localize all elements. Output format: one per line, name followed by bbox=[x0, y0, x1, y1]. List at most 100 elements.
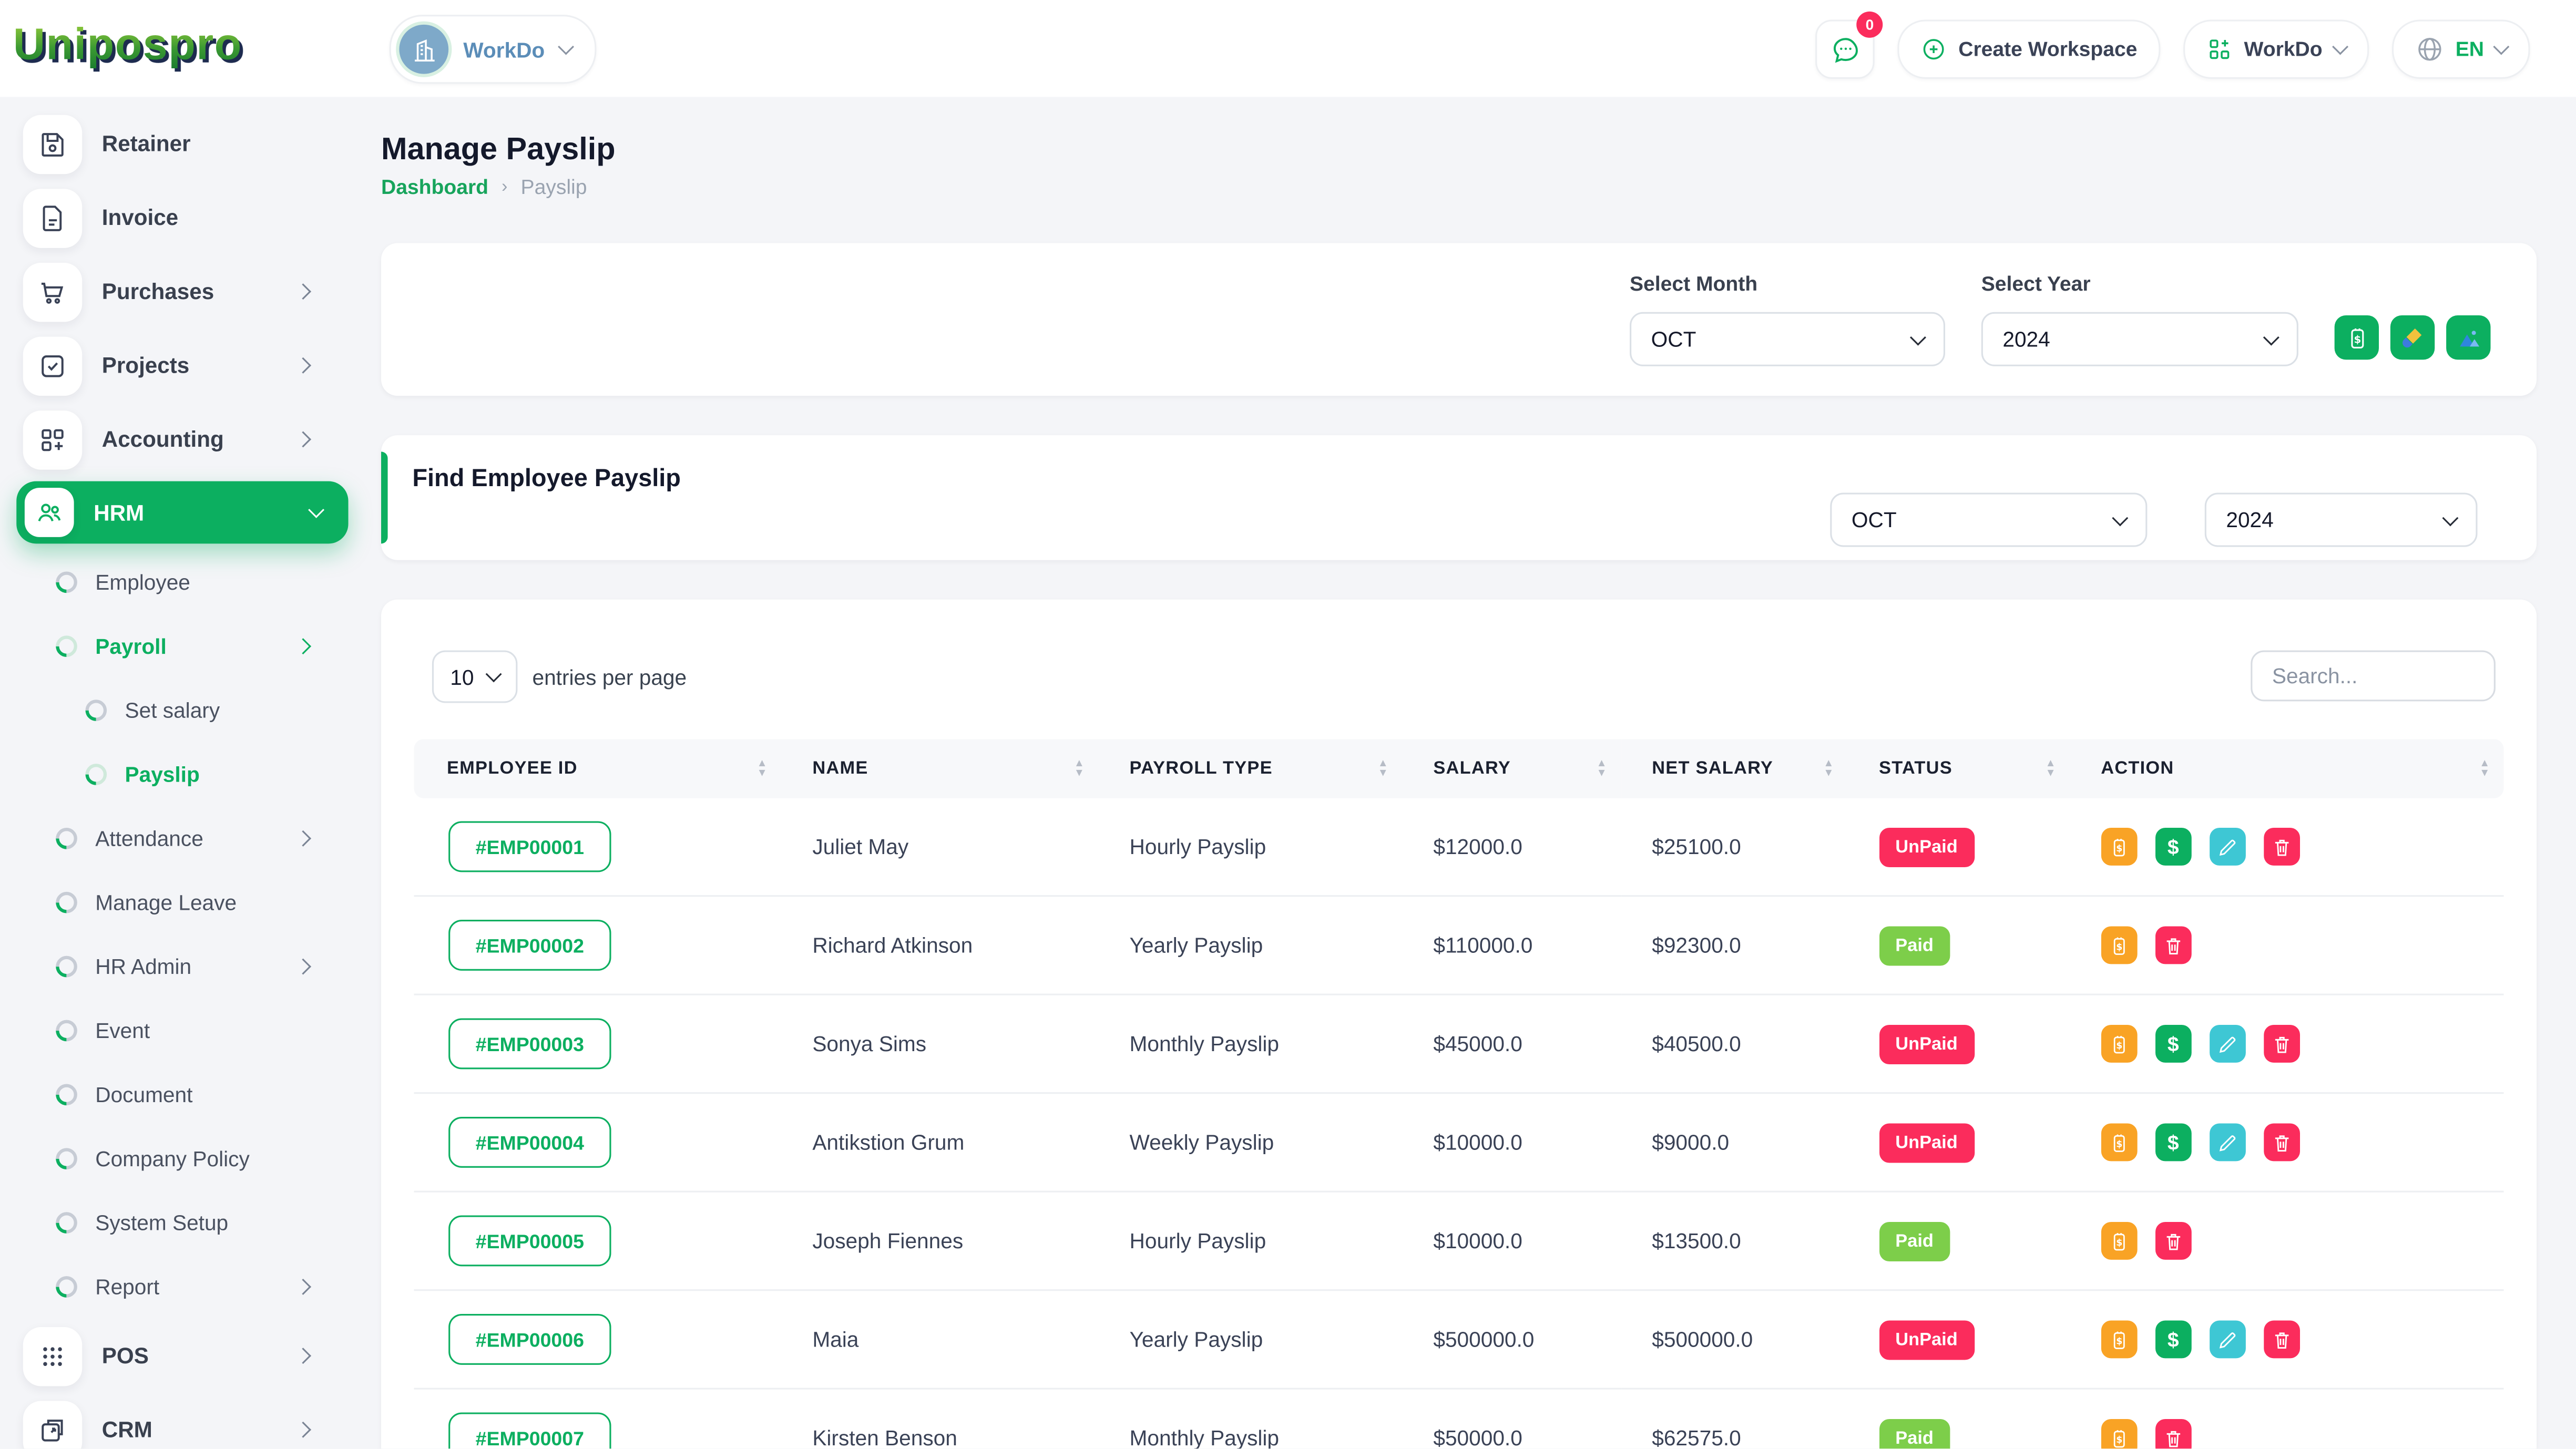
search-input[interactable] bbox=[2251, 651, 2496, 702]
delete-button[interactable] bbox=[2264, 828, 2300, 866]
employee-id-chip[interactable]: #EMP00001 bbox=[448, 821, 611, 872]
chevron-down-icon bbox=[1910, 328, 1926, 345]
sidebar-item-crm[interactable]: CRM bbox=[0, 1393, 365, 1448]
pencil-icon bbox=[2216, 1131, 2239, 1154]
sidebar-item-event[interactable]: Event bbox=[0, 999, 365, 1063]
delete-button[interactable] bbox=[2155, 927, 2191, 964]
bullet-icon bbox=[52, 1272, 81, 1302]
edit-button[interactable] bbox=[2209, 1124, 2245, 1162]
delete-button[interactable] bbox=[2264, 1025, 2300, 1063]
sidebar-item-payslip[interactable]: Payslip bbox=[0, 743, 365, 807]
pay-button[interactable]: $ bbox=[2155, 828, 2191, 866]
sidebar-item-purchases[interactable]: Purchases bbox=[0, 254, 365, 328]
sort-icon[interactable]: ▲▼ bbox=[1378, 759, 1389, 777]
sidebar-item-employee[interactable]: Employee bbox=[0, 550, 365, 614]
sidebar-item-report[interactable]: Report bbox=[0, 1255, 365, 1319]
delete-button[interactable] bbox=[2155, 1222, 2191, 1260]
select-year-value: 2024 bbox=[2002, 327, 2050, 352]
edit-button[interactable] bbox=[2209, 1025, 2245, 1063]
employee-id-chip[interactable]: #EMP00002 bbox=[448, 920, 611, 971]
payslip-receipt-icon: $ bbox=[2108, 934, 2131, 957]
sidebar-item-document[interactable]: Document bbox=[0, 1063, 365, 1127]
bullet-icon bbox=[81, 759, 111, 789]
sort-icon[interactable]: ▲▼ bbox=[1074, 759, 1085, 777]
row-actions: $ bbox=[2101, 1419, 2503, 1448]
chevron-right-icon bbox=[295, 1348, 311, 1364]
sort-icon[interactable]: ▲▼ bbox=[2045, 759, 2056, 777]
column-header-action[interactable]: ACTION▲▼ bbox=[2070, 739, 2504, 798]
pay-button[interactable]: $ bbox=[2155, 1025, 2191, 1063]
sidebar-item-company-policy[interactable]: Company Policy bbox=[0, 1127, 365, 1191]
payslip-button[interactable]: $ bbox=[2101, 1321, 2137, 1359]
edit-button[interactable] bbox=[2209, 1321, 2245, 1359]
language-selector[interactable]: EN bbox=[2391, 20, 2530, 79]
payslip-button[interactable]: $ bbox=[2101, 828, 2137, 866]
salary-value: $12000.0 bbox=[1402, 798, 1621, 896]
messages-button[interactable]: 0 bbox=[1815, 20, 1875, 79]
employee-id-chip[interactable]: #EMP00003 bbox=[448, 1019, 611, 1070]
column-header-name[interactable]: NAME▲▼ bbox=[781, 739, 1098, 798]
breadcrumb-dashboard-link[interactable]: Dashboard bbox=[381, 176, 488, 199]
workspace-menu-button[interactable]: WorkDo bbox=[2183, 20, 2368, 79]
sidebar-item-projects[interactable]: Projects bbox=[0, 328, 365, 403]
column-header-net-salary[interactable]: NET SALARY▲▼ bbox=[1621, 739, 1848, 798]
svg-text:$: $ bbox=[2353, 333, 2360, 345]
pay-button[interactable]: $ bbox=[2155, 1124, 2191, 1162]
status-badge: Paid bbox=[1879, 926, 1950, 965]
column-header-status[interactable]: STATUS▲▼ bbox=[1848, 739, 2070, 798]
bulk-edit-button[interactable] bbox=[2390, 315, 2435, 359]
sort-icon[interactable]: ▲▼ bbox=[2479, 759, 2490, 777]
hrm-icon bbox=[25, 488, 74, 537]
column-header-salary[interactable]: SALARY▲▼ bbox=[1402, 739, 1621, 798]
sidebar-item-set-salary[interactable]: Set salary bbox=[0, 679, 365, 743]
pay-button[interactable]: $ bbox=[2155, 1321, 2191, 1359]
payslip-button[interactable]: $ bbox=[2101, 1025, 2137, 1063]
sidebar-item-accounting[interactable]: Accounting bbox=[0, 403, 365, 477]
bullet-icon bbox=[81, 695, 111, 725]
sort-icon[interactable]: ▲▼ bbox=[757, 759, 768, 777]
export-button[interactable] bbox=[2446, 315, 2490, 359]
payslip-button[interactable]: $ bbox=[2101, 1419, 2137, 1448]
select-year[interactable]: 2024 bbox=[1981, 312, 2298, 366]
sidebar-item-label: CRM bbox=[102, 1417, 152, 1442]
sort-icon[interactable]: ▲▼ bbox=[1823, 759, 1834, 777]
edit-button[interactable] bbox=[2209, 828, 2245, 866]
column-header-employee-id[interactable]: EMPLOYEE ID ▲▼ bbox=[414, 739, 781, 798]
delete-button[interactable] bbox=[2155, 1419, 2191, 1448]
delete-button[interactable] bbox=[2264, 1124, 2300, 1162]
sidebar-item-label: Manage Leave bbox=[95, 890, 237, 915]
svg-text:$: $ bbox=[2116, 1237, 2122, 1248]
sidebar-item-hr-admin[interactable]: HR Admin bbox=[0, 934, 365, 999]
sidebar: Retainer Invoice PurchasesProjectsAccounti… bbox=[0, 97, 365, 1448]
generate-payslip-button[interactable]: $ bbox=[2335, 315, 2379, 359]
employee-id-chip[interactable]: #EMP00004 bbox=[448, 1117, 611, 1168]
employee-id-chip[interactable]: #EMP00007 bbox=[448, 1413, 611, 1449]
sidebar-item-pos[interactable]: POS bbox=[0, 1319, 365, 1393]
sidebar-item-system-setup[interactable]: System Setup bbox=[0, 1191, 365, 1255]
select-month[interactable]: OCT bbox=[1630, 312, 1945, 366]
entries-select[interactable]: 10 bbox=[432, 651, 518, 703]
sidebar-item-label: Invoice bbox=[102, 205, 178, 230]
find-year-select[interactable]: 2024 bbox=[2205, 493, 2478, 547]
payslip-button[interactable]: $ bbox=[2101, 927, 2137, 964]
sidebar-item-retainer[interactable]: Retainer bbox=[0, 107, 365, 181]
employee-name: Kirsten Benson bbox=[781, 1389, 1098, 1448]
workspace-switcher[interactable]: WorkDo bbox=[390, 15, 596, 84]
sidebar-item-payroll[interactable]: Payroll bbox=[0, 614, 365, 679]
find-month-select[interactable]: OCT bbox=[1830, 493, 2147, 547]
sort-icon[interactable]: ▲▼ bbox=[1596, 759, 1607, 777]
delete-button[interactable] bbox=[2264, 1321, 2300, 1359]
column-label: EMPLOYEE ID bbox=[447, 759, 578, 779]
employee-id-chip[interactable]: #EMP00005 bbox=[448, 1216, 611, 1267]
sidebar-item-invoice[interactable]: Invoice bbox=[0, 181, 365, 255]
payslip-button[interactable]: $ bbox=[2101, 1222, 2137, 1260]
status-badge: UnPaid bbox=[1879, 1320, 1974, 1359]
column-header-payroll-type[interactable]: PAYROLL TYPE▲▼ bbox=[1098, 739, 1402, 798]
payslip-button[interactable]: $ bbox=[2101, 1124, 2137, 1162]
employee-id-chip[interactable]: #EMP00006 bbox=[448, 1314, 611, 1365]
sidebar-item-hrm[interactable]: HRM bbox=[16, 481, 348, 544]
chevron-right-icon bbox=[295, 959, 311, 975]
create-workspace-button[interactable]: Create Workspace bbox=[1898, 20, 2161, 79]
sidebar-item-manage-leave[interactable]: Manage Leave bbox=[0, 870, 365, 934]
sidebar-item-attendance[interactable]: Attendance bbox=[0, 806, 365, 870]
